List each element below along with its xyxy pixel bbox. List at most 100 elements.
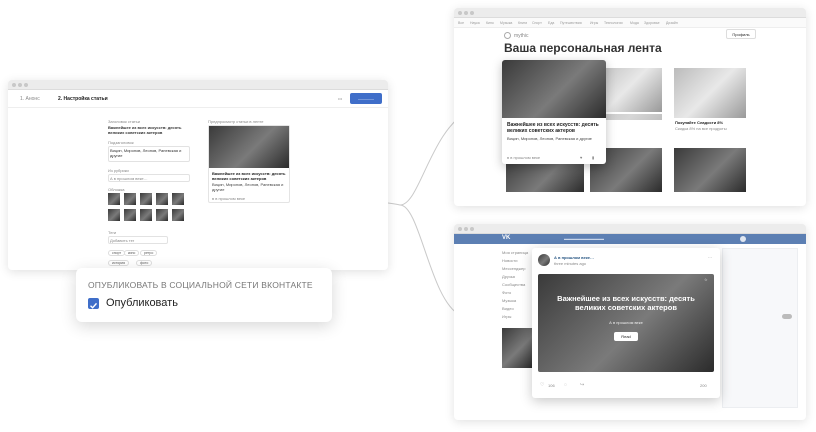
feed-window: Все Наука Кино Музыка Книги Спорт Еда Пу… (454, 8, 806, 206)
gallery-label: Обложка (108, 187, 125, 192)
vk-menu-item[interactable]: Друзья (502, 274, 515, 279)
tags-input[interactable]: Добавить тег (108, 236, 168, 244)
side-card-title: Покупайте Сладости 8% (675, 120, 724, 125)
tag-chip[interactable]: фото (136, 260, 153, 266)
post-more-icon[interactable]: ⋯ (708, 255, 712, 260)
vk-menu-item[interactable]: Музыка (502, 298, 516, 303)
post-like-icon[interactable]: ♡ (540, 382, 544, 388)
nav-item[interactable]: Технологии (604, 21, 623, 25)
article-title: Важнейшее из всех искусств: десять велик… (557, 294, 695, 312)
bookmark-icon[interactable]: ▮ (592, 155, 594, 160)
post-avatar[interactable] (538, 254, 550, 266)
publish-checkbox-label[interactable]: Опубликовать (106, 297, 178, 309)
post-author[interactable]: А в прошлом веке… (554, 255, 594, 260)
cover-thumb[interactable] (156, 193, 168, 205)
vk-feed-image[interactable] (502, 328, 532, 368)
step-anons[interactable]: 1. Анонс (20, 96, 40, 102)
feed-titlebar (454, 8, 806, 18)
post-time: three minutes ago (554, 261, 587, 266)
vk-menu-item[interactable]: Мессенджер (502, 266, 526, 271)
featured-card[interactable]: Важнейшее из всех искусств: десять велик… (502, 60, 606, 164)
nav-item[interactable]: Спорт (532, 21, 542, 25)
nav-item[interactable]: Книги (518, 21, 527, 25)
feed-card-image[interactable] (674, 148, 746, 192)
vk-right-widget (722, 248, 798, 408)
vk-menu-item[interactable]: Моя страница (502, 250, 528, 255)
tag-chip[interactable]: спорт (108, 250, 126, 256)
post-likes: 106 (548, 383, 555, 388)
author-field[interactable]: А в прошлом веке… (108, 174, 190, 182)
editor-window: 1. Анонс 2. Настройка статьи ••• ———— За… (8, 80, 388, 270)
tag-chip[interactable]: история (108, 260, 130, 266)
close-icon[interactable]: ☆ (704, 277, 708, 282)
cover-thumb[interactable] (172, 209, 184, 221)
feed-nav: Все Наука Кино Музыка Книги Спорт Еда Пу… (454, 18, 806, 28)
tag-chip[interactable]: кино (124, 250, 140, 256)
nav-item[interactable]: Еда (548, 21, 554, 25)
vk-header: VK ▬▬▬▬▬▬▬▬▬▬ (454, 234, 806, 244)
feed-logo-icon[interactable] (504, 32, 511, 39)
nav-item[interactable]: Игры (590, 21, 598, 25)
vk-titlebar (454, 224, 806, 234)
profile-button[interactable]: Профиль (726, 29, 756, 39)
checkmark-icon (90, 302, 98, 309)
nav-item[interactable]: Музыка (500, 21, 512, 25)
cover-gallery (108, 193, 192, 223)
author-label: Из рубрики (108, 168, 129, 173)
publish-checkbox[interactable] (88, 298, 99, 309)
continue-button[interactable]: ———— (350, 93, 382, 104)
nav-item[interactable]: Путешествия (560, 21, 582, 25)
publish-heading: ОПУБЛИКОВАТЬ В СОЦИАЛЬНОЙ СЕТИ ВКОНТАКТЕ (88, 280, 313, 290)
read-button-label: Read (621, 334, 631, 339)
cover-thumb[interactable] (140, 193, 152, 205)
post-share-icon[interactable]: ↪ (580, 382, 584, 388)
preview-subtitle: Вицин, Миронов, Леонов, Раневская и друг… (212, 182, 284, 192)
preview-title: Важнейшее из всех искусств: десять велик… (212, 171, 286, 181)
vk-menu-item[interactable]: Видео (502, 306, 514, 311)
preview-meta: в в прошлом веке (212, 196, 246, 201)
post-views: 200 (700, 383, 707, 388)
cover-thumb[interactable] (172, 193, 184, 205)
preview-image (209, 126, 289, 168)
cover-thumb[interactable] (156, 209, 168, 221)
tag-chip[interactable]: ретро (140, 250, 158, 256)
cover-thumb[interactable] (108, 193, 120, 205)
cover-thumb[interactable] (140, 209, 152, 221)
cover-thumb[interactable] (124, 209, 136, 221)
publish-card: ОПУБЛИКОВАТЬ В СОЦИАЛЬНОЙ СЕТИ ВКОНТАКТЕ… (76, 268, 332, 322)
vk-menu-item[interactable]: Фото (502, 290, 511, 295)
vk-menu-item[interactable]: Игры (502, 314, 511, 319)
article-author: А в прошлом веке (609, 320, 643, 325)
article-cover[interactable]: Важнейшее из всех искусств: десять велик… (538, 274, 714, 372)
nav-item[interactable]: Мода (630, 21, 639, 25)
step-settings[interactable]: 2. Настройка статьи (58, 96, 108, 102)
vk-post-card: А в прошлом веке… three minutes ago ⋯ Ва… (532, 248, 720, 398)
vk-window: VK ▬▬▬▬▬▬▬▬▬▬ Моя страница Новости Мессе… (454, 224, 806, 420)
read-button[interactable]: Read (614, 332, 638, 341)
feed-card-image[interactable] (674, 68, 746, 118)
more-icon[interactable]: ••• (338, 96, 342, 101)
nav-item[interactable]: Здоровье (644, 21, 660, 25)
nav-item[interactable]: Дизайн (666, 21, 678, 25)
title-field[interactable]: Важнейшее из всех искусств: десять велик… (108, 125, 190, 135)
subtitle-field[interactable]: Вицин, Миронов, Леонов, Раневская и друг… (108, 146, 190, 162)
preview-card: Важнейшее из всех искусств: десять велик… (208, 125, 290, 203)
side-card-text: Скидка 8% на все продукты (675, 126, 727, 131)
editor-steps-bar: 1. Анонс 2. Настройка статьи ••• ———— (8, 90, 388, 108)
feed-logo[interactable]: mythic (514, 33, 528, 39)
nav-item[interactable]: Все (458, 21, 464, 25)
title-label: Заголовок статьи (108, 119, 140, 124)
nav-item[interactable]: Наука (470, 21, 480, 25)
vk-logo[interactable]: VK (502, 235, 510, 241)
cover-thumb[interactable] (124, 193, 136, 205)
vk-avatar[interactable] (740, 236, 746, 242)
post-comment-icon[interactable]: ◌ (564, 382, 567, 388)
vk-menu-item[interactable]: Новости (502, 258, 517, 263)
nav-item[interactable]: Кино (486, 21, 494, 25)
vk-search[interactable]: ▬▬▬▬▬▬▬▬▬▬ (564, 236, 604, 241)
like-icon[interactable]: ♥ (580, 155, 582, 160)
cover-thumb[interactable] (108, 209, 120, 221)
vk-menu-item[interactable]: Сообщества (502, 282, 525, 287)
vk-toggle[interactable] (782, 314, 792, 319)
tags-label: Теги (108, 230, 117, 235)
